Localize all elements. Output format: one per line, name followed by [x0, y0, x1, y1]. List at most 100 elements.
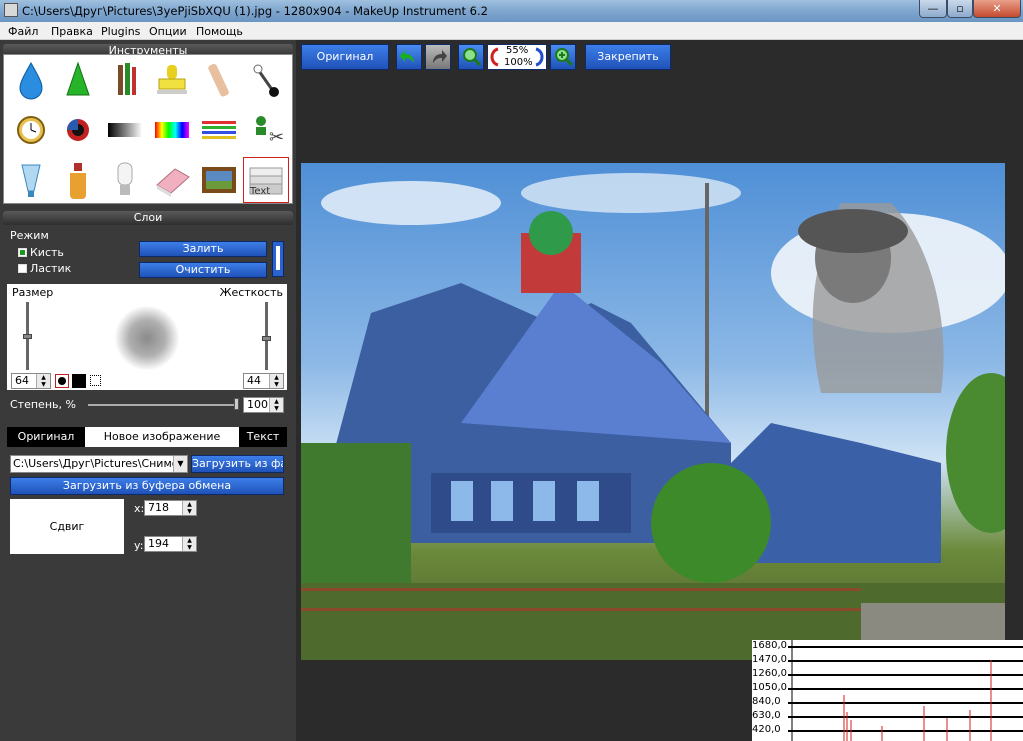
drop-icon: [19, 61, 43, 100]
load-from-clipboard-button[interactable]: Загрузить из буфера обмена: [10, 477, 284, 495]
red-eye-tool[interactable]: [55, 107, 101, 153]
menu-options[interactable]: Опции: [149, 25, 187, 38]
path-combo[interactable]: C:\Users\Друг\Pictures\Снимок ▼: [10, 455, 188, 473]
spectrum-tool[interactable]: [149, 107, 195, 153]
cone-icon: [66, 61, 90, 96]
cut-tool[interactable]: ✂: [243, 107, 289, 153]
undo-button[interactable]: [396, 44, 422, 70]
bottle-icon: [70, 163, 86, 199]
text-tool[interactable]: Text: [243, 157, 289, 203]
cone-tool[interactable]: [55, 57, 101, 103]
tab-new-image[interactable]: Новое изображение: [85, 427, 239, 447]
concealer-tool[interactable]: [196, 57, 242, 103]
hardness-spinbox[interactable]: 44 ▲ ▼: [243, 373, 284, 389]
menu-file[interactable]: Файл: [8, 25, 38, 38]
lamp-tool[interactable]: [102, 157, 148, 203]
app-icon: [4, 3, 18, 17]
spin-arrows-icon[interactable]: ▲ ▼: [269, 374, 283, 388]
x-spinbox[interactable]: 718 ▲ ▼: [144, 500, 197, 516]
eraser-label: Ластик: [30, 262, 72, 275]
gradient-tool[interactable]: [102, 107, 148, 153]
histogram-panel: 1680,0 1470,0 1260,0 1050,0 840,0 630,0 …: [752, 640, 1023, 741]
text-tool-label: Text: [250, 186, 271, 197]
spin-arrows-icon[interactable]: ▲ ▼: [36, 374, 50, 388]
brush-preview: [115, 306, 179, 370]
hardness-slider-thumb[interactable]: [262, 336, 271, 341]
menu-help[interactable]: Помощь: [196, 25, 243, 38]
frame-tool[interactable]: [196, 157, 242, 203]
spin-arrows-icon[interactable]: ▲ ▼: [269, 398, 283, 412]
x-label: x:: [134, 502, 145, 515]
layer-order-control[interactable]: [272, 241, 284, 277]
zoom-level-control[interactable]: 55% 100%: [487, 44, 547, 70]
image-canvas[interactable]: [301, 163, 1005, 660]
pencils-icon: [118, 63, 136, 95]
stamp-icon: [157, 65, 187, 94]
photo-content: [301, 173, 1005, 660]
pushpin-icon: [253, 64, 279, 97]
chevron-down-icon[interactable]: ▼: [173, 456, 187, 472]
layer-tabs: Оригинал Новое изображение Текст: [7, 427, 287, 447]
y-value: 194: [148, 537, 169, 550]
frame-icon: [202, 167, 236, 193]
bottle-tool[interactable]: [55, 157, 101, 203]
menu-bar: Файл Правка Plugins Опции Помощь: [0, 22, 1023, 40]
clear-button[interactable]: Очистить: [139, 262, 267, 278]
eraser-tool[interactable]: [149, 157, 195, 203]
size-value: 64: [15, 374, 29, 387]
hardness-label: Жесткость: [219, 286, 283, 299]
zoom-out-button[interactable]: [458, 44, 484, 70]
zoom-in-button[interactable]: [550, 44, 576, 70]
concealer-icon: [208, 63, 229, 97]
pin-tool[interactable]: [243, 57, 289, 103]
spin-arrows-icon[interactable]: ▲ ▼: [182, 501, 196, 515]
maximize-button[interactable]: ▫: [947, 0, 973, 18]
pencils-tool[interactable]: [102, 57, 148, 103]
cup-icon: [21, 164, 41, 197]
cup-tool[interactable]: [8, 157, 54, 203]
eraser-radio[interactable]: [18, 264, 27, 273]
load-from-file-button[interactable]: Загрузить из файл: [191, 455, 284, 473]
clock-icon: [17, 116, 45, 144]
title-bar: C:\Users\Друг\Pictures\3yePjiSbXQU (1).j…: [0, 0, 1023, 22]
clock-tool[interactable]: [8, 107, 54, 153]
degree-slider-thumb[interactable]: [234, 398, 239, 410]
brush-radio[interactable]: [18, 248, 27, 257]
zoom-bottom-value: 100%: [504, 57, 533, 68]
tools-palette: ✂ Text: [3, 54, 293, 204]
shift-label: Сдвиг: [49, 520, 85, 533]
eraser-icon: [156, 168, 190, 197]
menu-edit[interactable]: Правка: [51, 25, 93, 38]
brush-shape-dotted[interactable]: [90, 375, 101, 386]
lamp-icon: [117, 162, 133, 195]
degree-value: 100: [247, 398, 268, 411]
degree-spinbox[interactable]: 100 ▲ ▼: [243, 397, 284, 413]
brush-shape-round[interactable]: [55, 374, 69, 388]
color-lines-icon: [202, 121, 236, 139]
degree-label: Степень, %: [10, 398, 76, 411]
stamp-tool[interactable]: [149, 57, 195, 103]
fill-button[interactable]: Залить: [139, 241, 267, 257]
zoom-top-value: 55%: [506, 45, 529, 56]
spin-arrows-icon[interactable]: ▲ ▼: [182, 537, 196, 551]
size-spinbox[interactable]: 64 ▲ ▼: [11, 373, 51, 389]
redo-button[interactable]: [425, 44, 451, 70]
y-spinbox[interactable]: 194 ▲ ▼: [144, 536, 197, 552]
drop-tool[interactable]: [8, 57, 54, 103]
undo-icon: [400, 50, 414, 63]
tab-text[interactable]: Текст: [239, 427, 287, 447]
layers-panel-header: Слои: [3, 211, 293, 225]
menu-plugins[interactable]: Plugins: [101, 25, 140, 38]
close-button[interactable]: ✕: [973, 0, 1021, 18]
minimize-button[interactable]: —: [919, 0, 947, 18]
color-lines-tool[interactable]: [196, 107, 242, 153]
tab-original[interactable]: Оригинал: [7, 427, 85, 447]
shift-area[interactable]: Сдвиг: [10, 499, 124, 554]
scissors-icon: ✂: [256, 116, 284, 148]
red-eye-icon: [67, 119, 89, 141]
original-button[interactable]: Оригинал: [301, 44, 389, 70]
brush-shape-square[interactable]: [72, 374, 86, 388]
size-slider-thumb[interactable]: [23, 334, 32, 339]
pin-button[interactable]: Закрепить: [585, 44, 671, 70]
degree-slider[interactable]: [88, 404, 238, 406]
